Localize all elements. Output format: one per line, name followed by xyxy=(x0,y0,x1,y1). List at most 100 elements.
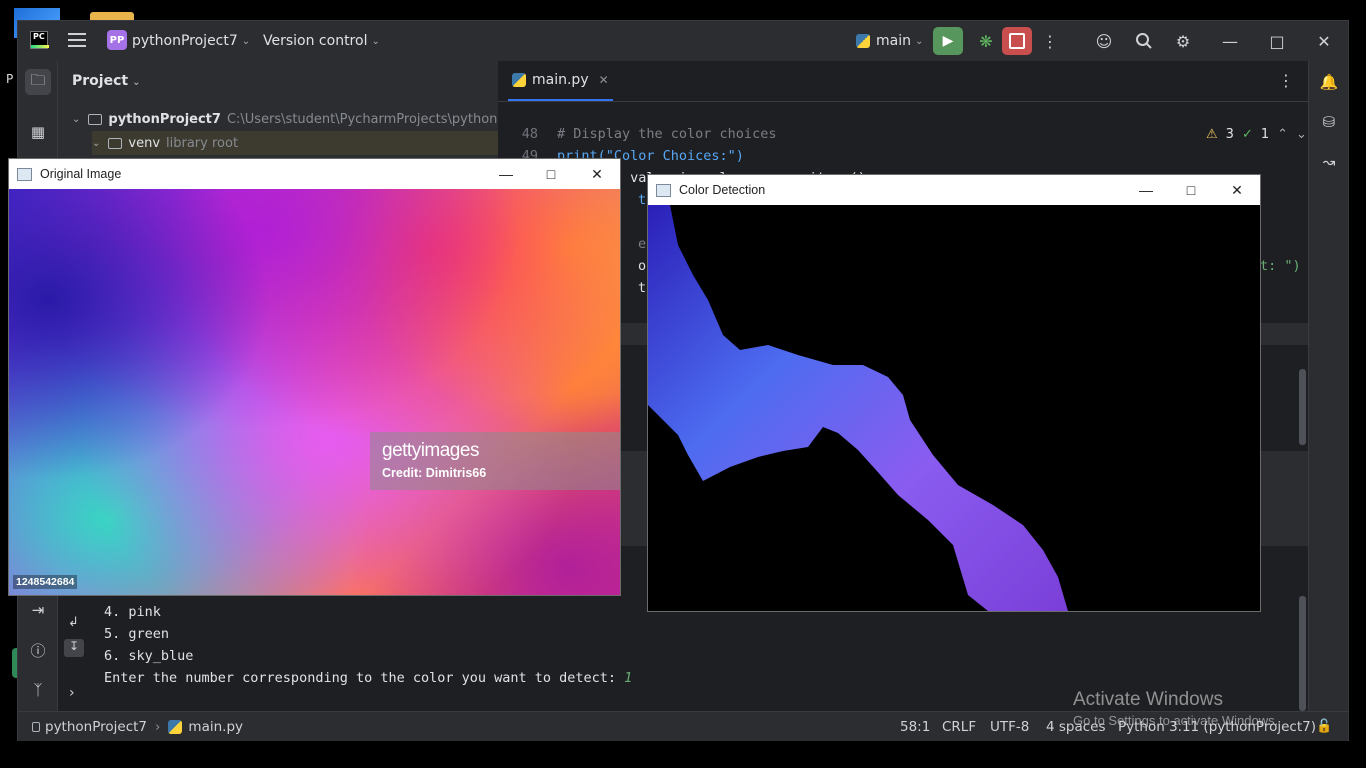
scientific-view-icon[interactable]: ↝ xyxy=(1316,149,1342,175)
file-encoding[interactable]: UTF-8 xyxy=(990,712,1029,741)
python-icon xyxy=(856,34,870,48)
chevron-down-icon: ⌄ xyxy=(914,35,924,47)
color-detection-window: Color Detection — □ ✕ xyxy=(647,174,1261,612)
original-image: gettyimages Credit: Dimitris66 124854268… xyxy=(9,189,620,595)
stop-icon xyxy=(1009,33,1025,49)
structure-icon[interactable]: ▦ xyxy=(25,119,51,145)
project-panel-header[interactable]: Project ⌄ xyxy=(72,73,140,89)
breadcrumb-file[interactable]: main.py xyxy=(188,719,243,735)
detected-region xyxy=(648,205,1068,611)
close-icon[interactable]: ✕ xyxy=(1314,31,1334,51)
folder-icon xyxy=(108,137,123,149)
line-separator[interactable]: CRLF xyxy=(942,712,976,741)
code-line[interactable]: 48 # Display the color choices xyxy=(498,123,777,145)
activate-subtitle: Go to Settings to activate Windows. xyxy=(1073,713,1279,728)
console-line: 5. green xyxy=(104,626,170,642)
getty-credit: Credit: Dimitris66 xyxy=(382,466,487,480)
window-title: Color Detection xyxy=(679,183,766,197)
python-file-icon xyxy=(168,719,183,734)
chevron-down-icon[interactable]: ⌄ xyxy=(1296,127,1307,142)
folder-icon xyxy=(88,113,103,125)
breadcrumb-project[interactable]: pythonProject7 xyxy=(45,719,147,735)
project-switcher[interactable]: pythonProject7 ⌄ xyxy=(132,21,250,61)
bug-icon: ❋ xyxy=(979,31,993,51)
activate-title: Activate Windows xyxy=(1073,689,1223,710)
rerun-icon: ▶ xyxy=(942,33,954,49)
search-icon[interactable] xyxy=(1134,31,1154,51)
version-control-label: Version control xyxy=(263,33,368,49)
rerun-button[interactable]: ▶ xyxy=(933,27,963,55)
minimize-icon[interactable]: — xyxy=(1220,31,1240,51)
close-icon[interactable]: ✕ xyxy=(1214,175,1260,205)
add-user-icon[interactable]: ☺ xyxy=(1094,31,1114,51)
problems-icon[interactable]: ⓘ xyxy=(25,637,51,663)
project-folder-icon[interactable]: 🗀 xyxy=(25,69,51,95)
project-panel-title: Project xyxy=(72,73,129,89)
tree-item-venv[interactable]: ⌄ venv library root xyxy=(92,131,498,155)
maximize-icon[interactable]: □ xyxy=(1267,31,1287,51)
weak-warning-count: 1 xyxy=(1260,127,1270,142)
branch-selector[interactable]: main ⌄ xyxy=(856,21,923,61)
git-icon[interactable]: ᛉ xyxy=(25,677,51,703)
chevron-down-icon: ⌄ xyxy=(72,113,81,125)
more-actions-icon[interactable]: ⋮ xyxy=(1040,31,1060,51)
chevron-down-icon: ⌄ xyxy=(132,77,141,88)
inspection-widget[interactable]: ⚠ 3 ✓ 1 ⌃ ⌄ xyxy=(1206,127,1307,142)
lock-icon[interactable]: 🔓 xyxy=(1316,712,1332,741)
editor-scrollbar[interactable] xyxy=(1299,369,1306,445)
app-window-icon xyxy=(656,183,671,197)
code-text: # Display the color choices xyxy=(557,126,777,142)
line-number: 48 xyxy=(521,126,538,142)
tab-options-icon[interactable]: ⋮ xyxy=(1278,71,1294,90)
tab-main-py[interactable]: main.py ✕ xyxy=(508,61,613,101)
debug-button[interactable]: ❋ xyxy=(973,27,999,55)
scroll-to-end-icon[interactable]: ↧ xyxy=(64,639,84,657)
chevron-right-icon[interactable]: › xyxy=(69,685,75,701)
right-tool-strip: 🔔 ⛁ ↝ xyxy=(1308,61,1348,711)
database-icon[interactable]: ⛁ xyxy=(1316,109,1342,135)
check-icon: ✓ xyxy=(1241,127,1253,142)
window-title-bar[interactable]: Original Image — □ ✕ xyxy=(9,159,620,189)
notifications-bell-icon[interactable]: 🔔 xyxy=(1316,69,1342,95)
version-control-menu[interactable]: Version control ⌄ xyxy=(263,21,380,61)
terminal-icon[interactable]: ⇥ xyxy=(25,597,51,623)
stop-button[interactable] xyxy=(1002,27,1032,55)
chevron-down-icon: ⌄ xyxy=(92,137,101,149)
settings-gear-icon[interactable]: ⚙ xyxy=(1173,31,1193,51)
maximize-icon[interactable]: □ xyxy=(1168,175,1214,205)
console-scrollbar[interactable] xyxy=(1299,596,1306,711)
editor-tab-bar: main.py ✕ ⋮ xyxy=(498,61,1308,102)
minimize-icon[interactable]: — xyxy=(1123,175,1169,205)
main-menu-icon[interactable] xyxy=(68,33,86,47)
warning-icon: ⚠ xyxy=(1206,127,1218,142)
getty-watermark: gettyimages Credit: Dimitris66 xyxy=(370,432,620,490)
app-window-icon xyxy=(17,167,32,181)
tree-item-note: library root xyxy=(166,135,239,151)
breadcrumb: pythonProject7 › main.py xyxy=(32,712,243,741)
title-bar: PC PP pythonProject7 ⌄ Version control ⌄ m… xyxy=(18,21,1348,61)
activate-windows-watermark: Activate Windows Go to Settings to activ… xyxy=(1073,689,1278,728)
close-icon[interactable]: ✕ xyxy=(574,159,620,189)
console-user-input[interactable]: 1 xyxy=(624,670,632,686)
console-line: 4. pink xyxy=(104,604,161,620)
caret-position[interactable]: 58:1 xyxy=(900,712,930,741)
getty-logo: gettyimages xyxy=(382,440,479,461)
close-tab-icon[interactable]: ✕ xyxy=(599,73,609,87)
project-badge[interactable]: PP xyxy=(107,30,127,50)
maximize-icon[interactable]: □ xyxy=(528,159,574,189)
pycharm-logo-icon: PC xyxy=(30,31,49,49)
soft-wrap-icon[interactable]: ↲ xyxy=(68,615,79,630)
tree-item-project-root[interactable]: ⌄ pythonProject7 C:\Users\student\Pychar… xyxy=(72,107,550,131)
original-image-window: Original Image — □ ✕ gettyimages Credit:… xyxy=(8,158,621,596)
tree-item-label: pythonProject7 xyxy=(108,111,221,127)
chevron-down-icon: ⌄ xyxy=(241,35,251,47)
code-fragment: t: ") xyxy=(1260,258,1301,274)
python-file-icon xyxy=(512,73,526,87)
tab-label: main.py xyxy=(532,72,589,88)
image-id: 1248542684 xyxy=(13,575,78,589)
console-prompt-line[interactable]: Enter the number corresponding to the co… xyxy=(104,670,632,686)
window-title-bar[interactable]: Color Detection — □ ✕ xyxy=(648,175,1260,205)
chevron-up-icon[interactable]: ⌃ xyxy=(1277,127,1288,142)
window-title: Original Image xyxy=(40,167,122,181)
minimize-icon[interactable]: — xyxy=(483,159,529,189)
